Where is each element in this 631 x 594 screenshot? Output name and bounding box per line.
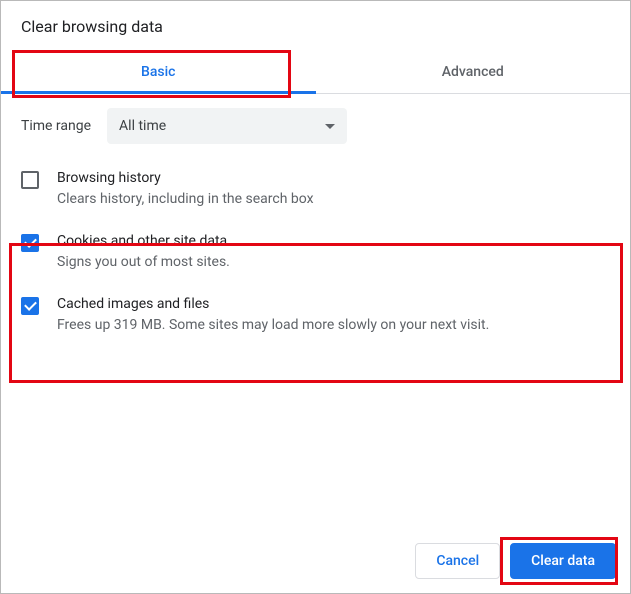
checkbox-browsing-history[interactable] [21,171,39,189]
time-range-select[interactable]: All time [107,108,347,144]
option-text: Cookies and other site data Signs you ou… [57,233,610,272]
option-desc: Frees up 319 MB. Some sites may load mor… [57,316,610,335]
option-title: Cookies and other site data [57,233,610,249]
dialog-body: Time range All time Browsing history Cle… [1,94,630,359]
option-title: Cached images and files [57,296,610,312]
option-browsing-history: Browsing history Clears history, includi… [21,170,610,233]
option-desc: Signs you out of most sites. [57,253,610,272]
clear-browsing-data-dialog: Clear browsing data Basic Advanced Time … [0,0,631,594]
option-desc: Clears history, including in the search … [57,190,610,209]
dialog-title: Clear browsing data [1,1,630,50]
option-cached: Cached images and files Frees up 319 MB.… [21,296,610,359]
tab-basic[interactable]: Basic [1,50,316,93]
option-cookies: Cookies and other site data Signs you ou… [21,233,610,296]
checkbox-cached[interactable] [21,297,39,315]
cancel-button[interactable]: Cancel [415,543,500,579]
time-range-value: All time [119,118,166,134]
tab-bar: Basic Advanced [1,50,630,94]
clear-data-button[interactable]: Clear data [510,543,616,579]
option-title: Browsing history [57,170,610,186]
time-range-row: Time range All time [21,108,610,144]
checkbox-cookies[interactable] [21,234,39,252]
option-text: Cached images and files Frees up 319 MB.… [57,296,610,335]
option-text: Browsing history Clears history, includi… [57,170,610,209]
tab-advanced[interactable]: Advanced [316,50,631,93]
dialog-footer: Cancel Clear data [1,529,630,593]
time-range-label: Time range [21,118,91,134]
chevron-down-icon [325,124,335,129]
